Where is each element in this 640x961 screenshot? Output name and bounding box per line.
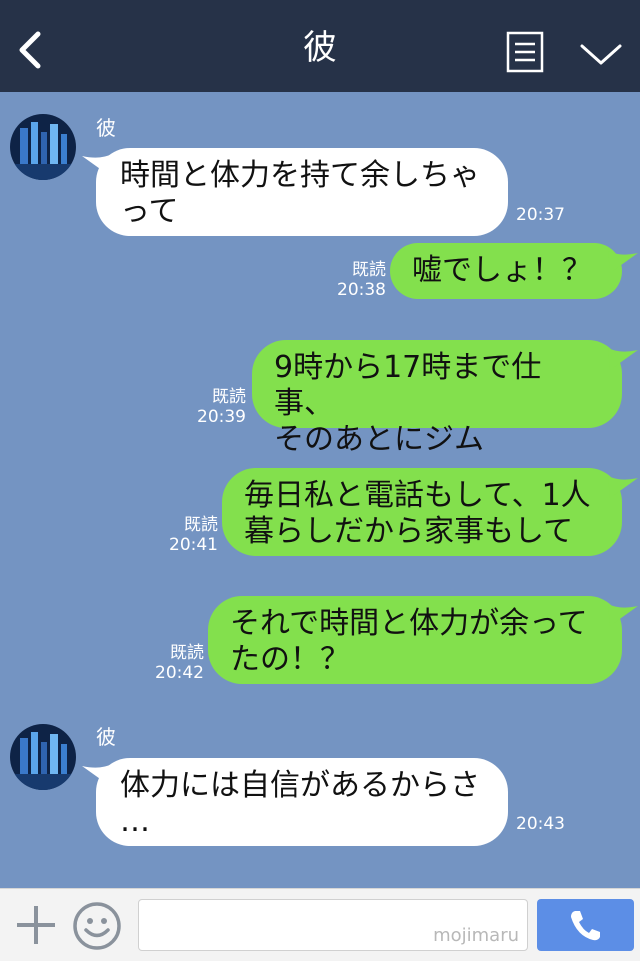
- input-bar: mojimaru: [0, 888, 640, 961]
- message-bubble[interactable]: 嘘でしょ！？: [390, 243, 622, 299]
- read-receipt: 既読: [184, 515, 218, 535]
- phone-icon: [571, 911, 600, 941]
- message-time: 20:41: [169, 535, 218, 555]
- bubble-tail: [608, 348, 638, 370]
- message-time: 20:42: [155, 663, 204, 683]
- message-bubble[interactable]: それで時間と体力が余って たの！？: [208, 596, 622, 684]
- message-time: 20:37: [516, 205, 565, 225]
- message-bubble[interactable]: 時間と体力を持て余しちゃ って: [96, 148, 508, 236]
- read-receipt: 既読: [352, 260, 386, 280]
- read-receipt: 既読: [170, 643, 204, 663]
- avatar-image: [10, 724, 76, 790]
- watermark: mojimaru: [433, 925, 519, 946]
- bubble-tail: [608, 604, 638, 626]
- chat-header: 彼: [0, 0, 640, 92]
- avatar[interactable]: [10, 724, 76, 790]
- message-bubble[interactable]: 9時から17時まで仕事、 そのあとにジム: [252, 340, 622, 457]
- chat-area[interactable]: 彼 時間と体力を持て余しちゃ って 20:37 既読 20:38 嘘でしょ！？ …: [0, 92, 640, 888]
- message-time: 20:38: [337, 280, 386, 300]
- avatar[interactable]: [10, 114, 76, 180]
- chat-title: 彼: [303, 28, 337, 68]
- call-button[interactable]: [537, 899, 634, 951]
- message-time: 20:39: [197, 407, 246, 427]
- read-receipt: 既読: [212, 387, 246, 407]
- chevron-down-icon[interactable]: [578, 38, 624, 68]
- message-time: 20:43: [516, 814, 565, 834]
- message-input[interactable]: mojimaru: [138, 899, 528, 951]
- sender-name: 彼: [96, 116, 116, 140]
- message-bubble[interactable]: 毎日私と電話もして、1人 暮らしだから家事もして: [222, 468, 622, 556]
- bubble-tail: [608, 476, 638, 498]
- avatar-image: [10, 114, 76, 180]
- sender-name: 彼: [96, 725, 116, 749]
- smiley-icon[interactable]: [72, 901, 122, 951]
- notes-menu-icon[interactable]: [506, 31, 544, 73]
- message-bubble[interactable]: 体力には自信があるからさ …: [96, 758, 508, 846]
- bubble-tail: [608, 251, 638, 273]
- plus-icon[interactable]: [14, 903, 58, 947]
